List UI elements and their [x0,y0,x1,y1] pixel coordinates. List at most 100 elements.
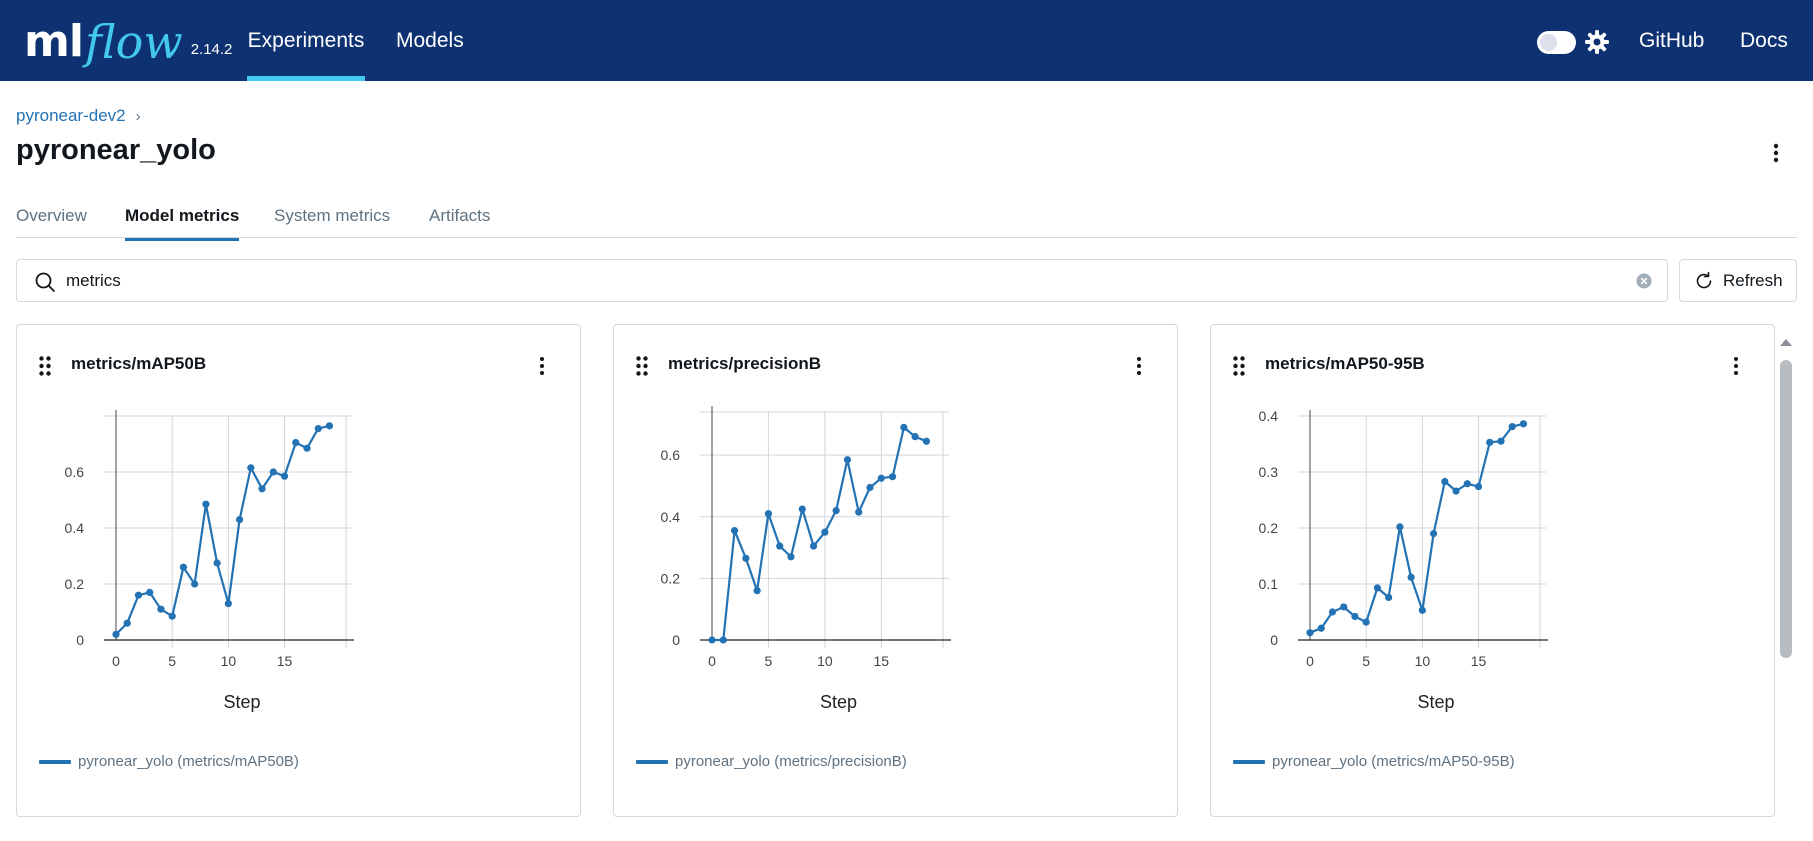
data-point [168,612,176,620]
more-options-icon[interactable] [1770,142,1782,164]
data-point [325,422,334,430]
data-point [787,553,795,561]
data-point [280,472,289,480]
data-point [134,591,143,599]
chart-legend-item[interactable]: pyronear_yolo (metrics/mAP50-95B) [1233,753,1515,770]
chart-legend-item[interactable]: pyronear_yolo (metrics/mAP50B) [39,753,299,770]
data-point [1407,573,1415,581]
line-chart: 0 0.2 0.4 0.6 0 5 10 15 Step [661,406,951,712]
drag-handle-icon[interactable] [1232,355,1246,377]
nav-experiments-label: Experiments [247,28,365,52]
gear-icon[interactable] [1584,29,1610,55]
data-point [1385,593,1393,602]
data-point [1519,420,1528,428]
data-point [269,468,277,476]
data-point [146,588,154,596]
data-point [157,605,165,613]
data-point [213,559,221,567]
y-tick-label: 0.4 [661,509,681,525]
data-point [258,485,266,493]
y-tick-label: 0 [76,632,84,648]
data-point [1418,606,1426,614]
drag-handle-icon[interactable] [635,355,649,377]
legend-label: pyronear_yolo (metrics/mAP50-95B) [1272,753,1515,770]
x-axis-label: Step [223,692,260,712]
logo-ml-text: ml [24,16,84,67]
data-point [1452,487,1460,495]
y-tick-label: 0.1 [1259,576,1279,592]
data-point [112,630,120,638]
data-point [855,508,863,516]
data-point [1340,603,1348,611]
x-tick-label: 0 [112,653,120,669]
nav-models[interactable]: Models [396,0,464,81]
refresh-button[interactable]: Refresh [1679,259,1797,302]
refresh-icon [1696,271,1712,289]
chart-options-icon[interactable] [1134,355,1144,377]
data-point [1429,530,1438,538]
data-point [809,542,818,550]
data-point [1362,618,1370,626]
data-point [888,473,897,481]
version-label: 2.14.2 [190,41,233,58]
chart-legend-item[interactable]: pyronear_yolo (metrics/precisionB) [636,753,907,770]
data-point [1396,523,1404,531]
refresh-label: Refresh [1723,271,1783,290]
data-point [922,437,931,445]
data-point [235,516,244,524]
y-tick-label: 0.2 [65,576,85,592]
data-point [1486,438,1494,446]
x-tick-label: 10 [817,653,833,669]
theme-toggle[interactable] [1537,31,1576,54]
tab-overview[interactable]: Overview [16,206,87,238]
chart-title: metrics/mAP50B [71,354,207,373]
y-tick-label: 0.6 [661,447,681,463]
data-point [1508,423,1516,431]
chart-options-icon[interactable] [537,355,547,377]
data-point [719,636,727,644]
data-point [191,580,199,588]
breadcrumb-experiment-link[interactable]: pyronear-dev2 [16,106,126,126]
logo-flow-text: flow [84,15,183,69]
scroll-up-arrow-icon[interactable] [1778,336,1794,348]
tab-model-metrics[interactable]: Model metrics [125,206,240,241]
data-point [821,528,829,536]
mlflow-logo[interactable]: ml flow 2.14.2 [24,16,232,68]
data-point [1351,612,1359,621]
data-point [708,636,716,644]
data-point [202,500,210,508]
nav-experiments[interactable]: Experiments [247,0,365,81]
drag-handle-icon[interactable] [38,355,52,377]
data-point [1328,608,1337,616]
y-tick-label: 0.2 [661,570,681,586]
x-tick-label: 15 [277,653,293,669]
data-point [1373,584,1382,592]
metric-chart-card: metrics/precisionB 0 0.2 0.4 0.6 0 5 10 15 Step … [613,324,1178,817]
data-point [247,464,255,472]
data-point [1306,629,1314,637]
scrollbar-thumb[interactable] [1780,360,1792,658]
data-point [1463,480,1471,488]
clear-search-icon[interactable] [1636,273,1652,289]
chart-options-icon[interactable] [1731,355,1741,377]
series-line [712,426,927,642]
metric-chart-card: metrics/mAP50B 0 0.2 0.4 0.6 0 5 10 15 Step pyro… [16,324,581,817]
tab-system-metrics[interactable]: System metrics [274,206,390,238]
x-tick-label: 5 [1362,653,1370,669]
legend-label: pyronear_yolo (metrics/precisionB) [675,753,907,770]
x-tick-label: 10 [1415,653,1431,669]
x-tick-label: 0 [708,653,716,669]
x-axis-label: Step [820,692,857,712]
series-line [115,424,330,636]
tab-artifacts[interactable]: Artifacts [429,206,490,238]
y-tick-label: 0.4 [1259,408,1279,424]
github-link[interactable]: GitHub [1639,0,1704,81]
y-tick-label: 0 [1270,632,1278,648]
x-tick-label: 5 [765,653,773,669]
docs-link[interactable]: Docs [1740,0,1788,81]
metrics-search-box [16,259,1668,302]
x-axis-label: Step [1417,692,1454,712]
search-input[interactable] [66,268,1626,294]
chevron-right-icon: › [135,107,141,125]
data-point [911,433,919,441]
